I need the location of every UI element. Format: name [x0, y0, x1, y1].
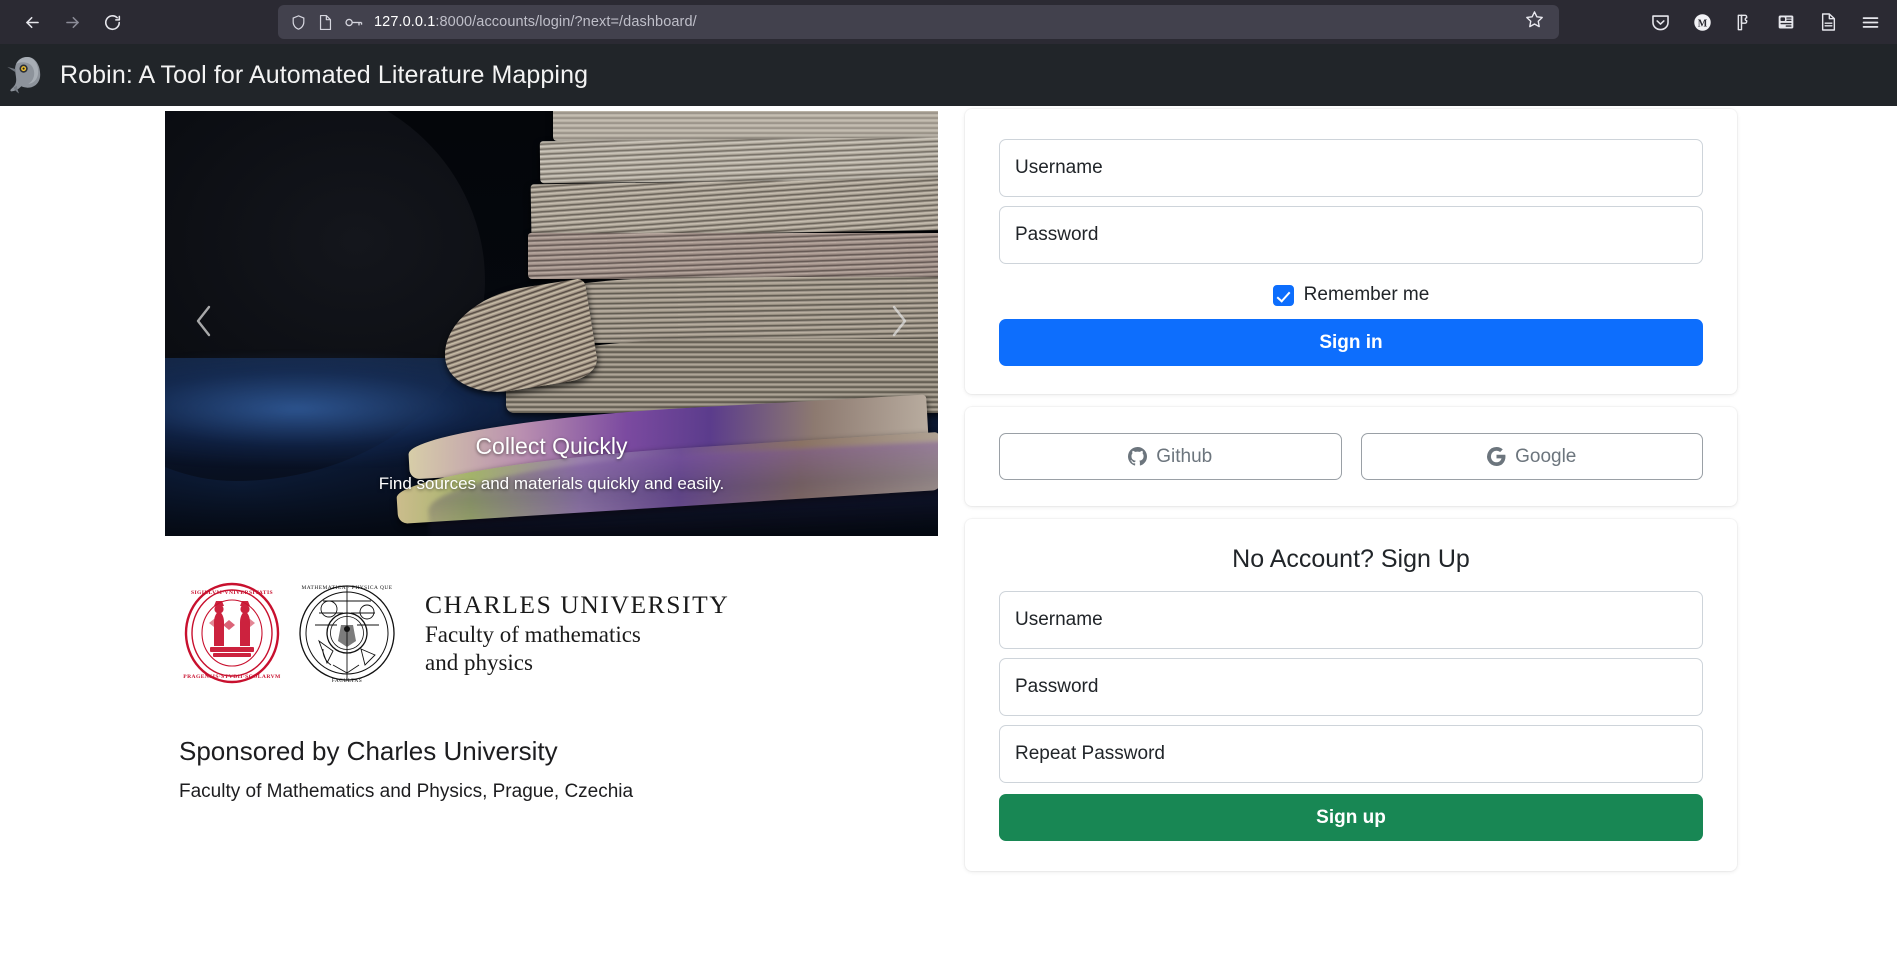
signup-card: No Account? Sign Up Sign up: [965, 519, 1737, 871]
browser-toolbar: 127.0.0.1:8000/accounts/login/?next=/das…: [0, 0, 1897, 44]
browser-nav-buttons: [10, 5, 130, 39]
right-column: Remember me Sign in Github: [965, 106, 1897, 955]
carousel-next-button[interactable]: [860, 111, 938, 536]
svg-text:FACULTAS: FACULTAS: [332, 678, 363, 684]
sign-in-button[interactable]: Sign in: [999, 319, 1703, 366]
metamask-extension-icon: M: [1692, 12, 1713, 33]
university-line-1: CHARLES UNIVERSITY: [425, 589, 730, 619]
application-menu-button[interactable]: [1851, 5, 1889, 39]
signin-username-input[interactable]: [999, 139, 1703, 197]
university-name-text: CHARLES UNIVERSITY Faculty of mathematic…: [425, 589, 729, 678]
university-line-3: and physics: [425, 650, 533, 676]
mff-faculty-seal-icon: MATHEMATICA · PHYSICA QUE FACULTAS: [293, 579, 401, 687]
browser-extension-toolbar: M: [1641, 0, 1889, 44]
reload-icon: [103, 13, 122, 32]
github-icon: [1128, 447, 1148, 466]
signin-form: Remember me Sign in: [999, 139, 1703, 366]
app-header: Robin: A Tool for Automated Literature M…: [0, 44, 1897, 106]
remember-me-label[interactable]: Remember me: [1304, 284, 1430, 306]
svg-text:MATHEMATICA · PHYSICA QUE: MATHEMATICA · PHYSICA QUE: [301, 585, 392, 591]
address-bar[interactable]: 127.0.0.1:8000/accounts/login/?next=/das…: [278, 5, 1559, 39]
sponsor-title: Sponsored by Charles University: [179, 736, 558, 766]
university-line-2: Faculty of mathematics: [425, 622, 641, 648]
signup-form: Sign up: [999, 591, 1703, 841]
signin-card: Remember me Sign in: [965, 109, 1737, 394]
signup-repeat-password-input[interactable]: [999, 725, 1703, 783]
page-info-icon[interactable]: [318, 14, 333, 31]
address-bar-container: 127.0.0.1:8000/accounts/login/?next=/das…: [278, 5, 1559, 39]
key-icon[interactable]: [344, 15, 363, 30]
carousel-caption-text: Find sources and materials quickly and e…: [378, 474, 725, 493]
svg-text:SIGILLVM·VNIVERSITATIS: SIGILLVM·VNIVERSITATIS: [191, 590, 273, 596]
container-tabs-icon: [1776, 12, 1796, 32]
sign-up-button[interactable]: Sign up: [999, 794, 1703, 841]
remember-me-checkbox[interactable]: [1272, 284, 1294, 306]
metamask-extension-button[interactable]: M: [1683, 5, 1721, 39]
google-login-button[interactable]: Google: [1360, 433, 1703, 480]
google-g-icon: [1487, 447, 1506, 466]
reader-view-icon: [1820, 12, 1837, 32]
chevron-left-icon: [191, 301, 217, 346]
social-buttons-row: Github Google: [999, 433, 1703, 480]
page-body: Collect Quickly Find sources and materia…: [0, 106, 1897, 955]
chevron-right-icon: [886, 301, 912, 346]
url-host: 127.0.0.1: [374, 14, 436, 30]
star-bookmark-icon: [1524, 9, 1545, 35]
signup-username-input[interactable]: [999, 591, 1703, 649]
signup-password-input[interactable]: [999, 658, 1703, 716]
signin-password-input[interactable]: [999, 206, 1703, 264]
reload-button[interactable]: [94, 5, 130, 39]
back-button[interactable]: [14, 5, 50, 39]
auth-cards: Remember me Sign in Github: [965, 106, 1737, 871]
hero-carousel: Collect Quickly Find sources and materia…: [165, 111, 938, 536]
carousel-caption-title: Collect Quickly: [475, 433, 628, 459]
remember-me-row: Remember me: [999, 284, 1703, 306]
pocket-save-button[interactable]: [1641, 5, 1679, 39]
container-tabs-button[interactable]: [1767, 5, 1805, 39]
shield-icon[interactable]: [290, 14, 307, 31]
svg-text:PRAGENSIS·STVDII·SCOLARVM: PRAGENSIS·STVDII·SCOLARVM: [183, 674, 281, 680]
reader-view-button[interactable]: [1809, 5, 1847, 39]
social-login-card: Github Google: [965, 407, 1737, 506]
google-login-label: Google: [1515, 445, 1577, 467]
github-login-button[interactable]: Github: [999, 433, 1342, 480]
charles-university-seal-icon: SIGILLVM·VNIVERSITATIS PRAGENSIS·STVDII·…: [179, 581, 285, 685]
url-text[interactable]: 127.0.0.1:8000/accounts/login/?next=/das…: [374, 5, 1509, 39]
robin-bird-logo-icon: [6, 53, 48, 97]
extensions-button[interactable]: [1725, 5, 1763, 39]
pocket-save-icon: [1650, 12, 1671, 33]
left-column: Collect Quickly Find sources and materia…: [0, 106, 965, 955]
bookmark-button[interactable]: [1520, 9, 1549, 35]
university-logos: SIGILLVM·VNIVERSITATIS PRAGENSIS·STVDII·…: [165, 578, 965, 688]
signup-heading: No Account? Sign Up: [1232, 545, 1470, 573]
application-menu-icon: [1860, 12, 1881, 33]
page-title: Robin: A Tool for Automated Literature M…: [60, 60, 589, 89]
svg-text:M: M: [1697, 18, 1707, 29]
url-path: :8000/accounts/login/?next=/dashboard/: [435, 14, 697, 30]
sponsor-subtitle: Faculty of Mathematics and Physics, Prag…: [179, 781, 634, 802]
forward-arrow-icon: [63, 13, 82, 32]
puzzle-extensions-icon: [1734, 12, 1754, 33]
carousel-prev-button[interactable]: [165, 111, 243, 536]
github-login-label: Github: [1156, 445, 1213, 467]
sponsor-block: Sponsored by Charles University Faculty …: [165, 736, 965, 803]
forward-button[interactable]: [54, 5, 90, 39]
back-arrow-icon: [23, 13, 42, 32]
carousel-caption: Collect Quickly Find sources and materia…: [273, 433, 830, 494]
